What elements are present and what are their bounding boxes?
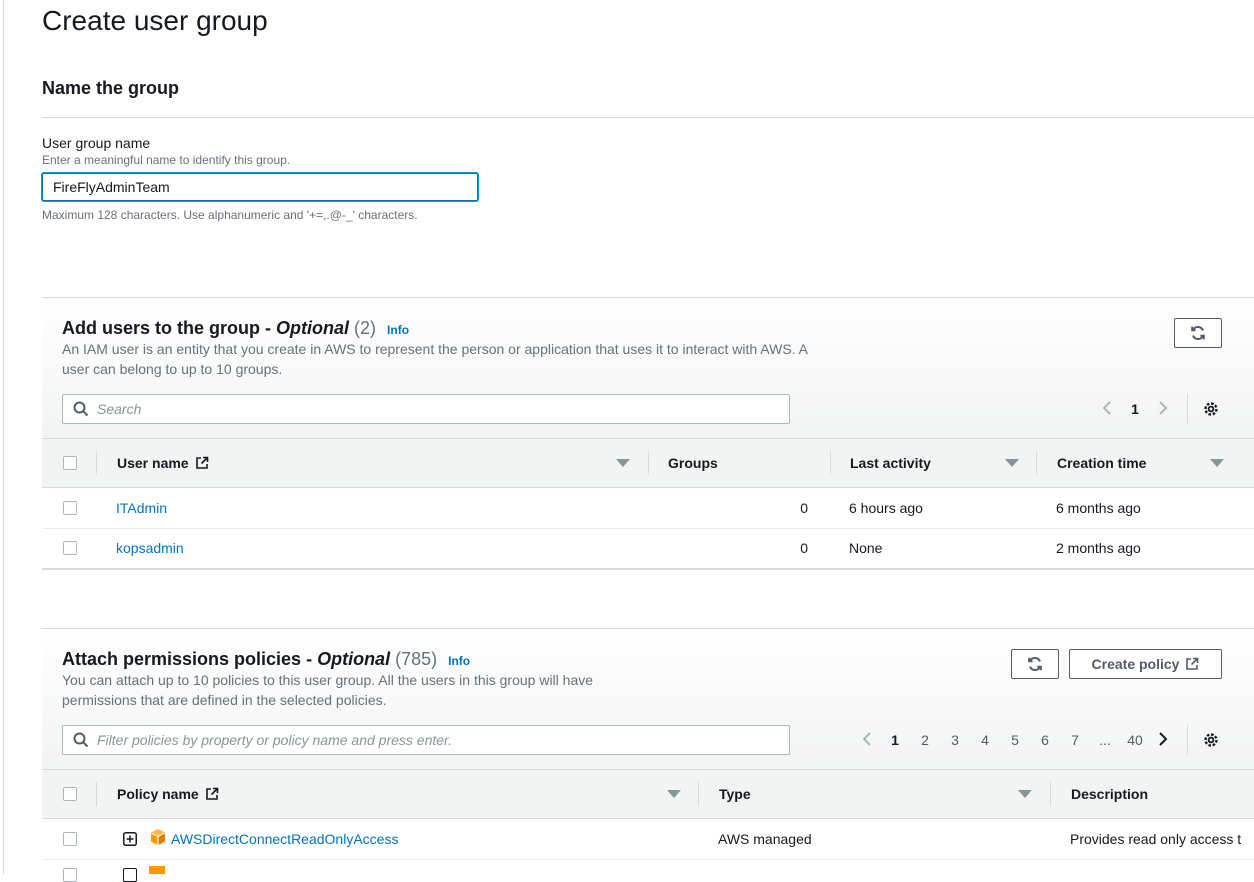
external-link-icon [195, 456, 208, 469]
pager-divider [1187, 394, 1188, 424]
groups-count: 0 [800, 500, 808, 516]
policies-panel-header: Attach permissions policies - Optional (… [42, 628, 1254, 770]
users-panel-description: An IAM user is an entity that you create… [62, 341, 808, 377]
column-divider [96, 451, 97, 475]
groups-count: 0 [800, 540, 808, 556]
users-refresh-button[interactable] [1174, 318, 1222, 348]
sort-caret-icon[interactable] [616, 459, 630, 467]
col-last-activity[interactable]: Last activity [850, 455, 931, 471]
sort-caret-icon[interactable] [667, 790, 681, 798]
creation-time: 6 months ago [1056, 500, 1141, 516]
policy-type: AWS managed [718, 831, 812, 847]
chevron-right-icon[interactable] [1150, 400, 1176, 419]
page-title: Create user group [42, 5, 268, 36]
users-search-placeholder: Search [97, 401, 142, 417]
table-row: kopsadmin 0 None 2 months ago [42, 528, 1254, 570]
policies-filter-placeholder: Filter policies by property or policy na… [97, 732, 453, 748]
users-info-link[interactable]: Info [387, 323, 409, 337]
table-row: ITAdmin 0 6 hours ago 6 months ago [42, 488, 1254, 529]
column-divider [1036, 451, 1037, 475]
policies-page-ellipsis: ... [1099, 732, 1111, 748]
expand-plus-icon[interactable] [123, 868, 137, 882]
column-divider [648, 451, 649, 475]
policies-pagination: 1 2 3 4 5 6 7 ... 40 [854, 725, 1176, 755]
users-page-1[interactable]: 1 [1120, 401, 1150, 417]
users-pagination: 1 [1094, 394, 1176, 424]
aws-cube-icon [149, 828, 167, 849]
col-groups[interactable]: Groups [668, 455, 718, 471]
chevron-left-icon[interactable] [1094, 400, 1120, 419]
column-divider [698, 782, 699, 806]
group-name-constraint: Maximum 128 characters. Use alphanumeric… [42, 208, 418, 222]
policy-description: Provides read only access t [1070, 831, 1242, 847]
policies-page-2[interactable]: 2 [910, 732, 940, 748]
last-activity: None [849, 540, 883, 556]
create-policy-button[interactable]: Create policy [1069, 649, 1222, 679]
policies-page-1[interactable]: 1 [880, 732, 910, 748]
policies-select-all-checkbox[interactable] [63, 787, 77, 801]
column-divider [96, 782, 97, 806]
row-checkbox[interactable] [63, 832, 77, 846]
policies-table-header: Policy name Type Description [42, 769, 1254, 819]
group-name-label: User group name [42, 135, 151, 151]
col-type[interactable]: Type [719, 786, 751, 802]
policies-refresh-button[interactable] [1011, 649, 1059, 679]
col-user-name[interactable]: User name [117, 455, 209, 471]
users-select-all-checkbox[interactable] [63, 456, 77, 470]
policies-filter-box[interactable]: Filter policies by property or policy na… [62, 725, 790, 755]
col-description[interactable]: Description [1071, 786, 1148, 802]
users-panel-header: Add users to the group - Optional (2) In… [42, 297, 1254, 439]
row-checkbox[interactable] [63, 541, 77, 555]
users-panel-title: Add users to the group - Optional (2) In… [62, 318, 410, 338]
section-divider [42, 117, 1254, 118]
user-name-link[interactable]: kopsadmin [116, 540, 184, 556]
policy-name-link[interactable]: AWSDirectConnectReadOnlyAccess [171, 831, 398, 847]
refresh-icon [1191, 326, 1205, 340]
policies-panel-description: You can attach up to 10 policies to this… [62, 672, 594, 708]
name-section-title: Name the group [42, 78, 180, 98]
sort-caret-icon[interactable] [1005, 459, 1019, 467]
chevron-left-icon[interactable] [854, 731, 880, 750]
settings-gear-icon[interactable] [1202, 731, 1220, 752]
policies-page-7[interactable]: 7 [1060, 732, 1090, 748]
left-border [3, 0, 4, 874]
user-name-link[interactable]: ITAdmin [116, 500, 167, 516]
sort-caret-icon[interactable] [1018, 790, 1032, 798]
col-policy-name[interactable]: Policy name [117, 786, 219, 802]
pager-divider [1187, 725, 1188, 755]
refresh-icon [1028, 657, 1042, 671]
users-table-header: User name Groups Last activity Creation … [42, 438, 1254, 488]
policies-page-40[interactable]: 40 [1120, 732, 1150, 748]
search-icon [73, 732, 89, 748]
expand-plus-icon[interactable] [123, 832, 137, 849]
policies-page-6[interactable]: 6 [1030, 732, 1060, 748]
row-checkbox[interactable] [63, 868, 77, 882]
policies-info-link[interactable]: Info [448, 654, 470, 668]
table-row: AWSDirectConnectReadOnlyAccess AWS manag… [42, 819, 1254, 860]
policies-page-5[interactable]: 5 [1000, 732, 1030, 748]
aws-cube-icon [149, 866, 165, 874]
creation-time: 2 months ago [1056, 540, 1141, 556]
policies-page-4[interactable]: 4 [970, 732, 1000, 748]
last-activity: 6 hours ago [849, 500, 923, 516]
row-checkbox[interactable] [63, 501, 77, 515]
column-divider [1050, 782, 1051, 806]
sort-caret-icon[interactable] [1210, 459, 1224, 467]
settings-gear-icon[interactable] [1202, 400, 1220, 421]
policies-panel-title: Attach permissions policies - Optional (… [62, 649, 471, 669]
group-name-description: Enter a meaningful name to identify this… [42, 153, 291, 167]
chevron-right-icon[interactable] [1150, 731, 1176, 750]
external-link-icon [205, 787, 219, 800]
search-icon [73, 401, 89, 417]
col-creation-time[interactable]: Creation time [1057, 455, 1146, 471]
external-link-icon [1186, 657, 1199, 670]
group-name-input[interactable] [42, 173, 478, 201]
column-divider [830, 451, 831, 475]
users-search-box[interactable]: Search [62, 394, 790, 424]
policies-page-3[interactable]: 3 [940, 732, 970, 748]
